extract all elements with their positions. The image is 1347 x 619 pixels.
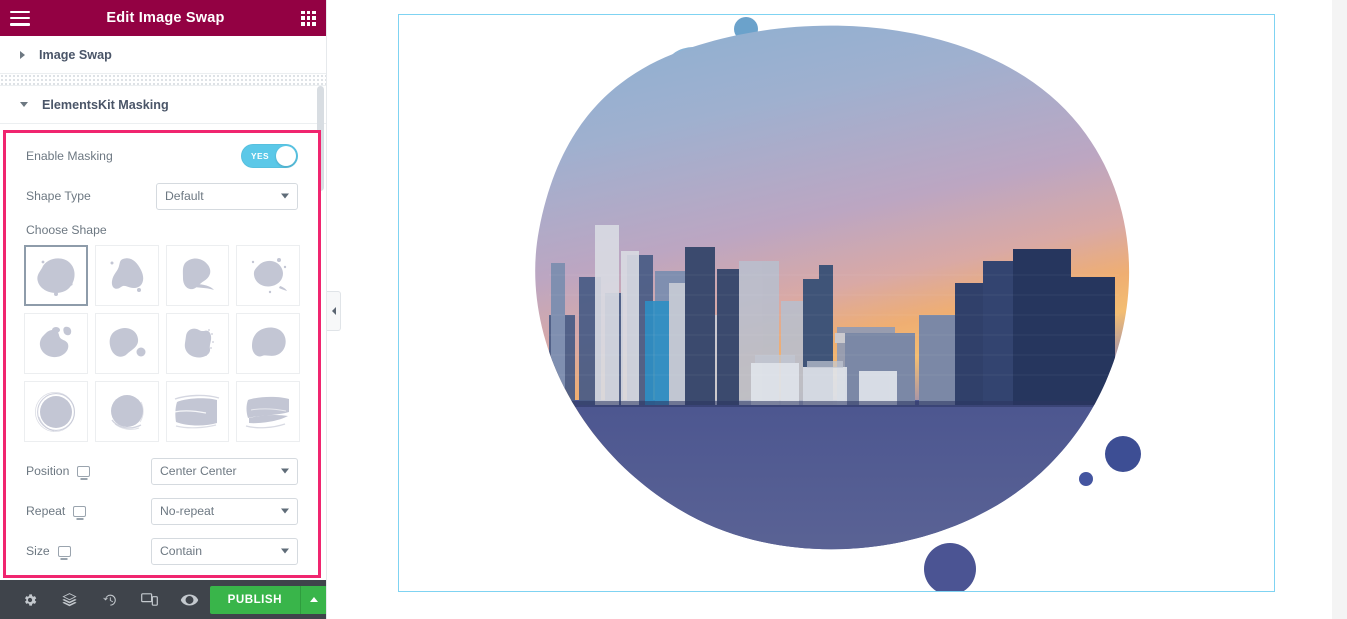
chevron-down-icon	[281, 548, 289, 554]
size-label: Size	[26, 544, 50, 558]
shape-blob-3-icon	[183, 257, 215, 290]
preview-eye-icon[interactable]	[170, 580, 210, 619]
shape-blob-5-icon	[39, 326, 72, 357]
enable-masking-label: Enable Masking	[26, 149, 113, 163]
row-repeat: Repeat No-repeat	[6, 497, 318, 525]
monitor-icon[interactable]	[77, 465, 91, 477]
history-icon[interactable]	[90, 580, 130, 619]
position-select[interactable]: Center Center	[151, 457, 298, 485]
enable-masking-toggle[interactable]: YES	[241, 144, 298, 168]
layers-navigator-icon[interactable]	[50, 580, 90, 619]
repeat-value: No-repeat	[160, 504, 215, 518]
publish-button[interactable]: PUBLISH	[209, 585, 300, 614]
shape-option-blob-5[interactable]	[24, 313, 88, 374]
shape-stroke-1-icon	[174, 394, 220, 428]
row-position: Position Center Center	[6, 457, 318, 485]
shape-blob-4-icon	[251, 257, 288, 293]
shape-option-blob-4[interactable]	[236, 245, 300, 306]
image-swap-widget-render	[535, 17, 1141, 591]
shape-option-circle-brush-1[interactable]	[24, 381, 88, 442]
size-select[interactable]: Contain	[151, 537, 298, 565]
panel-divider	[0, 74, 326, 86]
circle-medium-bottom-right	[1105, 436, 1141, 472]
shape-stroke-2-icon	[245, 396, 290, 428]
row-shape-type: Shape Type Default	[6, 182, 318, 210]
panel-footer-toolbar: PUBLISH	[0, 580, 326, 619]
shape-option-blob-8[interactable]	[236, 313, 300, 374]
shape-blob-1-icon	[37, 257, 75, 296]
grid-icon[interactable]	[301, 10, 316, 26]
shape-option-stroke-1[interactable]	[165, 381, 230, 442]
size-label-group: Size	[26, 544, 126, 558]
circle-large-bottom	[924, 543, 976, 591]
section-elementskit-masking[interactable]: ElementsKit Masking	[0, 86, 326, 124]
repeat-label: Repeat	[26, 504, 66, 518]
shape-circle-brush-2-icon	[110, 394, 144, 430]
size-value: Contain	[160, 544, 203, 558]
responsive-mode-icon[interactable]	[130, 580, 170, 619]
shape-type-label: Shape Type	[26, 189, 91, 203]
section-image-swap[interactable]: Image Swap	[0, 36, 326, 74]
row-enable-masking: Enable Masking YES	[6, 143, 318, 169]
monitor-icon[interactable]	[57, 545, 71, 557]
caret-up-icon	[310, 597, 318, 602]
chevron-right-icon	[20, 50, 25, 59]
section-image-swap-label: Image Swap	[39, 47, 112, 62]
shape-option-stroke-2[interactable]	[236, 381, 300, 442]
settings-gear-icon[interactable]	[10, 580, 50, 619]
chevron-down-icon	[281, 468, 289, 474]
shape-option-circle-brush-2[interactable]	[94, 381, 159, 442]
shape-picker-grid	[6, 245, 318, 442]
shape-option-blob-3[interactable]	[165, 245, 230, 306]
shape-blob-8-icon	[252, 327, 286, 356]
chevron-down-icon	[281, 193, 289, 199]
editor-canvas	[328, 0, 1347, 619]
row-size: Size Contain	[6, 537, 318, 565]
elementor-editor-root: Edit Image Swap Image Swap ElementsKit M…	[0, 0, 1347, 619]
shape-type-value: Default	[165, 189, 204, 203]
publish-button-group: PUBLISH	[209, 585, 326, 614]
monitor-icon[interactable]	[73, 505, 87, 517]
repeat-label-group: Repeat	[26, 504, 126, 518]
chevron-left-icon	[331, 307, 336, 315]
shape-option-blob-6[interactable]	[94, 313, 159, 374]
editor-side-panel: Edit Image Swap Image Swap ElementsKit M…	[0, 0, 327, 619]
shape-blob-6-icon	[109, 327, 146, 357]
shape-type-select[interactable]: Default	[156, 182, 298, 210]
widget-selection-frame[interactable]	[398, 14, 1275, 592]
shape-blob-7-icon	[185, 328, 215, 358]
toggle-knob	[276, 146, 296, 166]
shape-blob-2-icon	[110, 257, 143, 292]
choose-shape-label: Choose Shape	[26, 223, 107, 237]
masked-image-group	[535, 25, 1130, 550]
shape-option-blob-2[interactable]	[94, 245, 159, 306]
position-value: Center Center	[160, 464, 237, 478]
masking-controls-group: Enable Masking YES Shape Type Default Ch…	[3, 130, 321, 578]
page-title: Edit Image Swap	[106, 10, 225, 26]
shape-circle-brush-1-icon	[34, 391, 75, 432]
chevron-down-icon	[20, 102, 28, 107]
section-elementskit-masking-label: ElementsKit Masking	[42, 97, 169, 112]
panel-collapse-handle[interactable]	[327, 291, 341, 331]
panel-header: Edit Image Swap	[0, 0, 326, 36]
toggle-value-label: YES	[251, 151, 269, 161]
circle-tiny-bottom-right	[1079, 472, 1093, 486]
canvas-right-gutter	[1332, 0, 1347, 619]
position-label: Position	[26, 464, 70, 478]
position-label-group: Position	[26, 464, 126, 478]
hamburger-menu-icon[interactable]	[10, 10, 30, 26]
repeat-select[interactable]: No-repeat	[151, 497, 298, 525]
shape-option-blob-1[interactable]	[24, 245, 88, 306]
publish-options-button[interactable]	[300, 585, 326, 614]
chevron-down-icon	[281, 508, 289, 514]
shape-option-blob-7[interactable]	[165, 313, 230, 374]
